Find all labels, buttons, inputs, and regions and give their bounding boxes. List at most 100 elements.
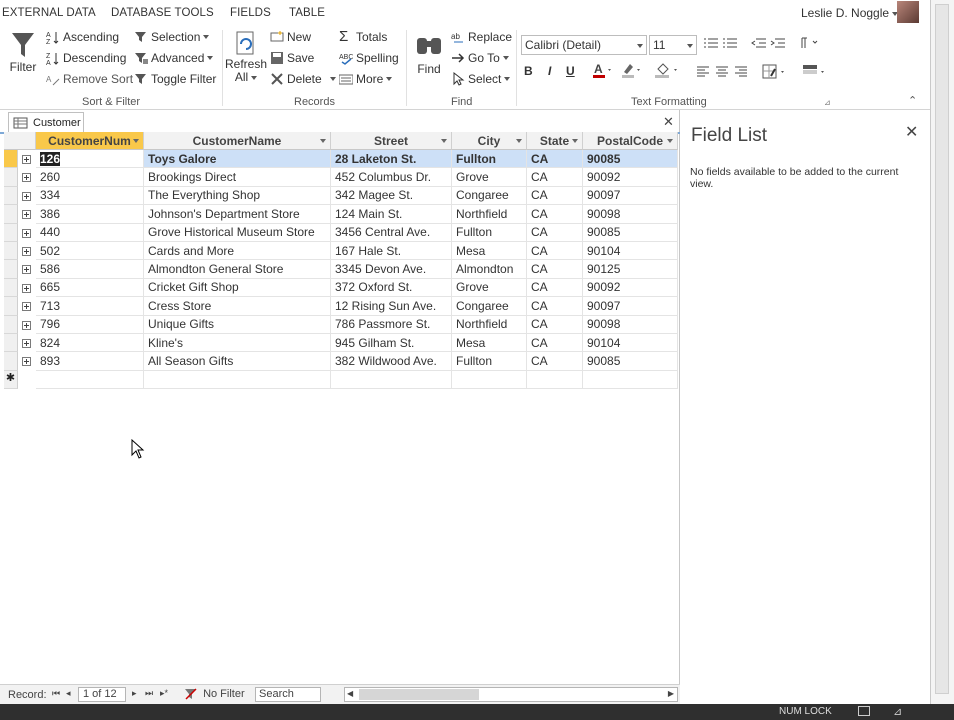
new-blank-record-icon[interactable]: ▸* xyxy=(160,688,168,699)
expand-subdatasheet-icon[interactable] xyxy=(22,302,31,312)
column-header-postalcode[interactable]: PostalCode xyxy=(583,132,678,150)
tab-fields[interactable]: FIELDS xyxy=(230,7,271,19)
advanced-button[interactable]: Advanced xyxy=(134,51,214,65)
cell-street[interactable]: 124 Main St. xyxy=(331,205,452,224)
cell-customernum[interactable]: 502 xyxy=(36,242,144,261)
cell-customername[interactable]: Cress Store xyxy=(144,297,331,316)
cell-postalcode[interactable]: 90092 xyxy=(583,278,678,298)
new-record-cell[interactable] xyxy=(527,370,583,390)
select-button[interactable]: Select xyxy=(451,71,511,86)
cell-street[interactable]: 452 Columbus Dr. xyxy=(331,168,452,187)
expand-subdatasheet-icon[interactable] xyxy=(22,210,31,220)
cell-customernum[interactable]: 665 xyxy=(36,278,144,298)
cell-street[interactable]: 167 Hale St. xyxy=(331,242,452,261)
descending-button[interactable]: ZA Descending xyxy=(46,51,126,67)
decrease-indent-button[interactable] xyxy=(751,36,767,50)
chevron-down-icon[interactable] xyxy=(572,139,578,143)
row-selector[interactable] xyxy=(4,205,18,224)
cell-street[interactable]: 382 Wildwood Ave. xyxy=(331,352,452,371)
cell-city[interactable]: Fullton xyxy=(452,150,527,169)
column-header-customername[interactable]: CustomerName xyxy=(144,132,331,150)
cell-city[interactable]: Almondton xyxy=(452,260,527,279)
scroll-left-icon[interactable]: ◀ xyxy=(347,689,353,698)
cell-customername[interactable]: Cards and More xyxy=(144,242,331,261)
table-row[interactable]: 440 Grove Historical Museum Store 3456 Cen… xyxy=(4,223,678,242)
save-button[interactable]: Save xyxy=(270,51,314,65)
cell-customernum[interactable]: 440 xyxy=(36,223,144,242)
underline-button[interactable]: U xyxy=(566,64,575,78)
alternate-row-color-button[interactable] xyxy=(655,62,681,78)
expand-subdatasheet-icon[interactable] xyxy=(22,228,31,238)
chevron-down-icon[interactable] xyxy=(667,139,673,143)
close-icon[interactable]: ✕ xyxy=(663,114,674,130)
cell-customernum[interactable]: 334 xyxy=(36,186,144,206)
row-selector[interactable] xyxy=(4,315,18,334)
first-record-icon[interactable]: ⏮ xyxy=(52,688,60,699)
cell-state[interactable]: CA xyxy=(527,186,583,206)
cell-postalcode[interactable]: 90104 xyxy=(583,242,678,261)
cell-customernum[interactable]: 126 xyxy=(36,150,144,169)
table-row[interactable]: 334 The Everything Shop 342 Magee St. Conga… xyxy=(4,186,678,206)
row-selector[interactable] xyxy=(4,186,18,206)
row-selector[interactable] xyxy=(4,278,18,298)
cell-street[interactable]: 12 Rising Sun Ave. xyxy=(331,297,452,316)
row-selector[interactable] xyxy=(4,242,18,261)
row-selector[interactable] xyxy=(4,334,18,353)
row-selector[interactable] xyxy=(4,297,18,316)
find-button[interactable]: Find xyxy=(414,32,444,76)
cell-city[interactable]: Grove xyxy=(452,168,527,187)
go-to-button[interactable]: Go To xyxy=(451,51,509,65)
cell-city[interactable]: Mesa xyxy=(452,242,527,261)
datasheet-view-icon[interactable] xyxy=(858,706,870,716)
cell-state[interactable]: CA xyxy=(527,315,583,334)
cell-postalcode[interactable]: 90085 xyxy=(583,150,678,169)
chevron-down-icon[interactable] xyxy=(133,139,139,143)
cell-customername[interactable]: All Season Gifts xyxy=(144,352,331,371)
close-icon[interactable]: ✕ xyxy=(905,122,918,142)
italic-button[interactable]: I xyxy=(548,64,551,78)
cell-postalcode[interactable]: 90098 xyxy=(583,205,678,224)
cell-street[interactable]: 786 Passmore St. xyxy=(331,315,452,334)
cell-city[interactable]: Northfield xyxy=(452,315,527,334)
cell-state[interactable]: CA xyxy=(527,242,583,261)
new-record-button[interactable]: New xyxy=(270,30,311,44)
cell-customername[interactable]: Kline's xyxy=(144,334,331,353)
chevron-down-icon[interactable] xyxy=(320,139,326,143)
cell-street[interactable]: 3345 Devon Ave. xyxy=(331,260,452,279)
tab-external-data[interactable]: EXTERNAL DATA xyxy=(2,7,96,19)
cell-customername[interactable]: Almondton General Store xyxy=(144,260,331,279)
vertical-scrollbar[interactable] xyxy=(930,0,954,704)
tab-customer[interactable]: Customer xyxy=(8,112,84,132)
new-record-cell[interactable] xyxy=(583,370,678,390)
cell-postalcode[interactable]: 90092 xyxy=(583,168,678,187)
font-name-select[interactable]: Calibri (Detail) xyxy=(521,35,647,55)
cell-street[interactable]: 28 Laketon St. xyxy=(331,150,452,169)
cell-customername[interactable]: Grove Historical Museum Store xyxy=(144,223,331,242)
cell-state[interactable]: CA xyxy=(527,352,583,371)
cell-customernum[interactable]: 893 xyxy=(36,352,144,371)
row-selector[interactable] xyxy=(4,352,18,371)
tab-table[interactable]: TABLE xyxy=(289,7,325,19)
table-row[interactable]: 126 Toys Galore 28 Laketon St. Fullton CA 900… xyxy=(4,150,678,169)
table-row[interactable]: 796 Unique Gifts 786 Passmore St. Northfiel… xyxy=(4,315,678,334)
search-input[interactable]: Search xyxy=(255,687,321,702)
paragraph-direction-button[interactable] xyxy=(799,36,819,50)
dialog-launcher-icon[interactable]: ⊿ xyxy=(824,98,831,107)
cell-postalcode[interactable]: 90125 xyxy=(583,260,678,279)
align-left-button[interactable] xyxy=(696,66,710,78)
cell-customername[interactable]: Brookings Direct xyxy=(144,168,331,187)
table-row[interactable]: 824 Kline's 945 Gilham St. Mesa CA 90104 xyxy=(4,334,678,353)
no-filter-button[interactable]: No Filter xyxy=(184,688,245,703)
row-selector[interactable] xyxy=(4,150,18,169)
totals-button[interactable]: Σ Totals xyxy=(339,29,387,44)
cell-customernum[interactable]: 386 xyxy=(36,205,144,224)
ascending-button[interactable]: AZ Ascending xyxy=(46,30,119,46)
table-row[interactable]: 586 Almondton General Store 3345 Devon Ave… xyxy=(4,260,678,279)
more-button[interactable]: More xyxy=(338,72,393,86)
next-record-icon[interactable]: ▸ xyxy=(132,688,137,699)
cell-postalcode[interactable]: 90097 xyxy=(583,297,678,316)
chevron-down-icon[interactable] xyxy=(441,139,447,143)
tab-database-tools[interactable]: DATABASE TOOLS xyxy=(111,7,214,19)
cell-street[interactable]: 342 Magee St. xyxy=(331,186,452,206)
scrollbar-track[interactable] xyxy=(935,4,949,694)
